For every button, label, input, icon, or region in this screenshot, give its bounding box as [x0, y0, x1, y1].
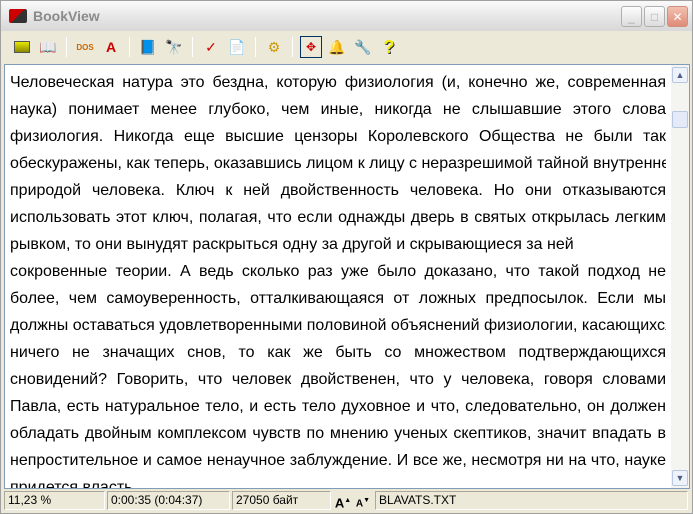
separator: [292, 37, 293, 57]
window-title: BookView: [33, 8, 100, 24]
separator: [66, 37, 67, 57]
text-line: наука) понимает менее глубоко, чем иные,…: [10, 101, 666, 118]
font-decrease-button[interactable]: A▼: [353, 491, 373, 511]
book-app-icon: [9, 9, 27, 23]
text-line: обладать двойным комплексом чувств по мн…: [10, 425, 666, 442]
toolbar: 📖 DOS A 📘 🔭 ✓ 📄 ⚙ ✥ 🔔 🔧 ?: [1, 33, 692, 61]
vertical-scrollbar[interactable]: ▲ ▼: [671, 65, 689, 488]
scroll-thumb[interactable]: [672, 111, 688, 128]
scroll-down-button[interactable]: ▼: [672, 470, 688, 486]
font-settings-icon[interactable]: A: [100, 36, 122, 58]
status-percent: 11,23 %: [4, 491, 105, 510]
close-button[interactable]: ✕: [667, 6, 688, 27]
status-size: 27050 байт: [232, 491, 331, 510]
font-increase-button[interactable]: A▲: [333, 491, 353, 511]
help-icon[interactable]: ?: [378, 36, 400, 58]
status-time: 0:00:35 (0:04:37): [107, 491, 230, 510]
text-line: непростительное и самое ненаучное заблуж…: [10, 452, 666, 469]
minimize-button[interactable]: _: [621, 6, 642, 27]
text-line: природой человека. Ключ к ней двойственн…: [10, 182, 666, 199]
tools-icon[interactable]: 🔧: [352, 36, 374, 58]
status-bar: 11,23 % 0:00:35 (0:04:37) 27050 байт A▲ …: [4, 491, 690, 511]
fullscreen-icon[interactable]: ✥: [300, 36, 322, 58]
text-line: сновидений? Говорить, что человек двойст…: [10, 371, 666, 388]
open-folder-icon[interactable]: [11, 36, 33, 58]
options-icon[interactable]: ⚙: [263, 36, 285, 58]
book-text: Человеческая натура это бездна, которую …: [10, 69, 666, 489]
bookmarks-icon[interactable]: 📘: [137, 36, 159, 58]
text-line: более, чем самоуверенность, отталкивающа…: [10, 290, 666, 307]
goto-page-icon[interactable]: ✓: [200, 36, 222, 58]
find-binoculars-icon[interactable]: 🔭: [163, 36, 185, 58]
app-window: BookView _ □ ✕ 📖 DOS A 📘 🔭 ✓ 📄 ⚙ ✥ 🔔 🔧 ?…: [0, 0, 693, 514]
separator: [255, 37, 256, 57]
separator: [129, 37, 130, 57]
text-line: должны оставаться удовлетворенными полов…: [10, 317, 666, 334]
book-text-view[interactable]: Человеческая натура это бездна, которую …: [4, 64, 690, 489]
dos-win-encoding-icon[interactable]: DOS: [74, 36, 96, 58]
print-document-icon[interactable]: 📄: [226, 36, 248, 58]
status-filename: BLAVATS.TXT: [375, 491, 688, 510]
text-line: придется власть: [10, 479, 133, 489]
separator: [192, 37, 193, 57]
title-bar[interactable]: BookView _ □ ✕: [1, 1, 692, 31]
text-line: использовать этот ключ, полагая, что есл…: [10, 209, 666, 226]
maximize-button[interactable]: □: [644, 6, 665, 27]
text-line: сокровенные теории. А ведь сколько раз у…: [10, 263, 666, 280]
open-book-icon[interactable]: 📖: [37, 36, 59, 58]
alarm-bell-icon[interactable]: 🔔: [326, 36, 348, 58]
text-line: Человеческая натура это бездна, которую …: [10, 74, 666, 91]
scroll-up-button[interactable]: ▲: [672, 67, 688, 83]
text-line: ничего не значащих снов, то как же быть …: [10, 344, 666, 361]
text-line: рывком, то они вынудят раскрыться одну з…: [10, 236, 574, 253]
text-line: Павла, есть натуральное тело, и есть тел…: [10, 398, 666, 415]
text-line: физиология. Никогда еще высшие цензоры К…: [10, 128, 666, 145]
text-line: обескуражены, как теперь, оказавшись лиц…: [10, 155, 666, 172]
